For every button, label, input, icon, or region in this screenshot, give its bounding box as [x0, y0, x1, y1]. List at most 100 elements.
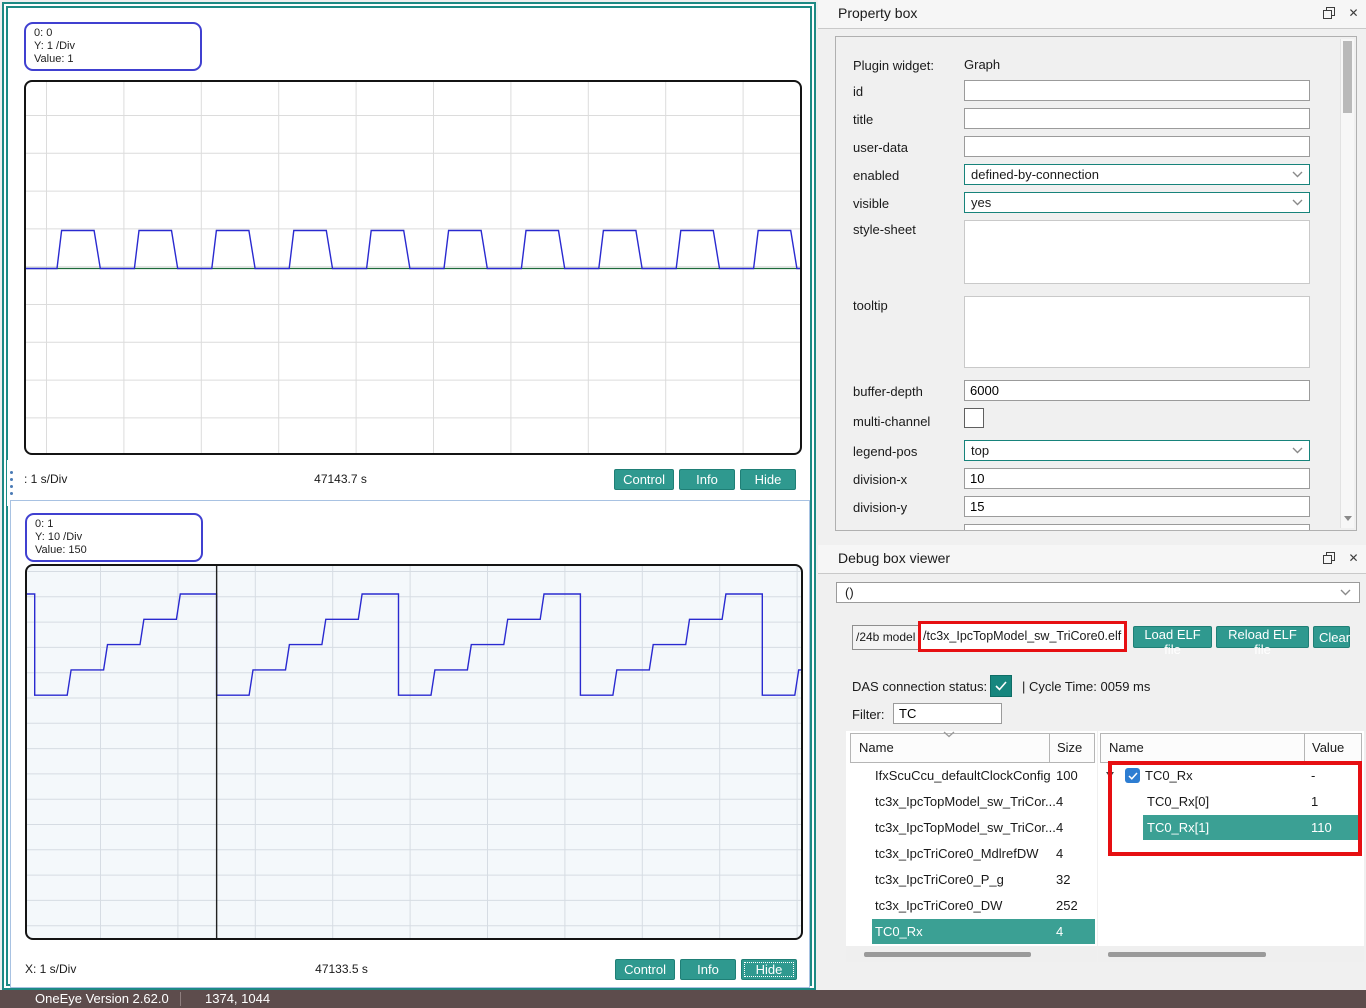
das-status-checkbox[interactable]	[990, 675, 1012, 697]
graph1-legend: 0: 0 Y: 1 /Div Value: 1	[24, 22, 202, 71]
field-label: enabled	[853, 166, 964, 183]
visible-select[interactable]: yes	[964, 192, 1310, 213]
cycle-time-label: | Cycle Time: 0059 ms	[1022, 679, 1150, 694]
column-header-value[interactable]: Value	[1312, 740, 1344, 755]
graph1-control-button[interactable]: Control	[614, 469, 674, 490]
symbol-table-hscrollbar[interactable]	[846, 946, 1097, 962]
style-sheet-textarea[interactable]	[964, 220, 1310, 284]
scrollbar-thumb[interactable]	[864, 952, 1031, 957]
debug-expression-value: ()	[845, 585, 1340, 600]
watch-table: Name Value TC0_Rx - TC0_Rx[0] 1	[1100, 733, 1362, 841]
field-legend-pos: legend-pos top	[853, 440, 1310, 461]
division-x-input[interactable]	[964, 468, 1310, 489]
field-offset-y: offset-y	[853, 524, 1310, 531]
id-input[interactable]	[964, 80, 1310, 101]
enabled-value: defined-by-connection	[971, 167, 1292, 182]
watch-table-hscrollbar[interactable]	[1098, 946, 1364, 962]
watch-checkbox[interactable]	[1125, 768, 1140, 783]
scroll-down-arrow-icon[interactable]	[1344, 516, 1352, 525]
reload-elf-button[interactable]: Reload ELF file	[1216, 626, 1309, 648]
close-icon[interactable]: ✕	[1347, 551, 1360, 564]
symbol-table: Name Size IfxScuCcu_defaultClockConfig 1…	[850, 733, 1095, 945]
table-row[interactable]: tc3x_IpcTopModel_sw_TriCor... 4	[850, 815, 1095, 841]
chevron-down-icon	[1340, 589, 1351, 596]
table-row[interactable]: IfxScuCcu_defaultClockConfig 100	[850, 763, 1095, 789]
multi-channel-checkbox[interactable]	[964, 408, 984, 428]
plugin-widget-value: Graph	[964, 57, 1000, 72]
tooltip-textarea[interactable]	[964, 296, 1310, 368]
field-label: visible	[853, 194, 964, 211]
graph2-info-button[interactable]: Info	[680, 959, 736, 980]
symbol-table-header[interactable]: Name Size	[850, 733, 1095, 763]
status-bar: OneEye Version 2.62.0 1374, 1044	[0, 990, 1366, 1008]
elf-file-name: /tc3x_IpcTopModel_sw_TriCore0.elf	[923, 629, 1121, 643]
chevron-down-icon	[1292, 171, 1303, 178]
right-dock: Property box ✕ Plugin widget: Graph id	[818, 0, 1366, 990]
close-icon[interactable]: ✕	[1347, 6, 1360, 19]
watch-table-header[interactable]: Name Value	[1100, 733, 1362, 763]
graph1-legend-ydiv: Y: 1 /Div	[34, 40, 192, 53]
graph1-xdiv-label: : 1 s/Div	[24, 472, 67, 486]
field-style-sheet: style-sheet	[853, 220, 1310, 289]
debug-expression-select[interactable]: ()	[836, 582, 1360, 603]
status-separator	[180, 992, 181, 1006]
division-y-input[interactable]	[964, 496, 1310, 517]
column-divider	[1304, 734, 1305, 762]
graph2-buttons: Control Info Hide	[615, 959, 797, 980]
symbol-table-wrap: Name Size IfxScuCcu_defaultClockConfig 1…	[846, 731, 1097, 962]
graph1-plot[interactable]	[24, 80, 802, 455]
das-status-label: DAS connection status:	[852, 679, 987, 694]
column-header-size[interactable]: Size	[1057, 740, 1082, 755]
property-box-content: Plugin widget: Graph id title user-data …	[835, 36, 1357, 531]
graph2-hide-button[interactable]: Hide	[741, 959, 797, 980]
filter-label: Filter:	[852, 707, 885, 722]
table-row[interactable]: tc3x_IpcTriCore0_DW 252	[850, 893, 1095, 919]
graph1-buttons: Control Info Hide	[614, 469, 796, 490]
field-label: division-y	[853, 498, 964, 515]
clear-button[interactable]: Clear	[1313, 626, 1350, 648]
scrollbar-thumb[interactable]	[1343, 41, 1352, 113]
column-header-name[interactable]: Name	[1109, 740, 1144, 755]
float-window-icon[interactable]	[1322, 6, 1335, 19]
field-tooltip: tooltip	[853, 296, 1310, 373]
graph-window-frame: 0: 0 Y: 1 /Div Value: 1 : 1 s/Div 47143.…	[2, 2, 816, 990]
field-label: offset-y	[853, 526, 964, 531]
check-icon	[995, 681, 1007, 691]
expand-arrow-icon[interactable]	[1106, 772, 1114, 782]
property-scrollbar[interactable]	[1340, 39, 1354, 528]
enabled-select[interactable]: defined-by-connection	[964, 164, 1310, 185]
legend-pos-select[interactable]: top	[964, 440, 1310, 461]
field-plugin-widget: Plugin widget: Graph	[853, 55, 1310, 73]
field-title: title	[853, 108, 1310, 129]
float-window-icon[interactable]	[1322, 551, 1335, 564]
buffer-depth-input[interactable]	[964, 380, 1310, 401]
table-row[interactable]: tc3x_IpcTriCore0_P_g 32	[850, 867, 1095, 893]
graph1-info-button[interactable]: Info	[679, 469, 735, 490]
graph1-legend-channel: 0: 0	[34, 27, 192, 40]
table-row-selected[interactable]: TC0_Rx[1] 110	[1100, 815, 1362, 841]
user-data-input[interactable]	[964, 136, 1310, 157]
offset-y-input[interactable]	[964, 524, 1310, 531]
table-row[interactable]: TC0_Rx -	[1100, 763, 1362, 789]
graph2-control-button[interactable]: Control	[615, 959, 675, 980]
field-label: legend-pos	[853, 442, 964, 459]
field-enabled: enabled defined-by-connection	[853, 164, 1310, 185]
graph1-hide-button[interactable]: Hide	[740, 469, 796, 490]
title-input[interactable]	[964, 108, 1310, 129]
scrollbar-thumb[interactable]	[1108, 952, 1266, 957]
graph2-xdiv-label: X: 1 s/Div	[25, 962, 76, 976]
elf-path-field[interactable]: /24b model	[852, 625, 919, 650]
table-row[interactable]: TC0_Rx[0] 1	[1100, 789, 1362, 815]
graph2-time-label: 47133.5 s	[315, 962, 368, 976]
table-row[interactable]: tc3x_IpcTriCore0_MdlrefDW 4	[850, 841, 1095, 867]
field-label: buffer-depth	[853, 382, 964, 399]
load-elf-button[interactable]: Load ELF file	[1133, 626, 1212, 648]
debug-box-title: Debug box viewer	[838, 550, 950, 566]
filter-input[interactable]	[893, 703, 1002, 724]
table-row-selected[interactable]: TC0_Rx 4	[850, 919, 1095, 945]
field-label: title	[853, 110, 964, 127]
property-box-header: Property box ✕	[818, 0, 1366, 29]
table-row[interactable]: tc3x_IpcTopModel_sw_TriCor... 4	[850, 789, 1095, 815]
column-header-name[interactable]: Name	[859, 740, 894, 755]
graph2-plot[interactable]	[25, 564, 803, 940]
